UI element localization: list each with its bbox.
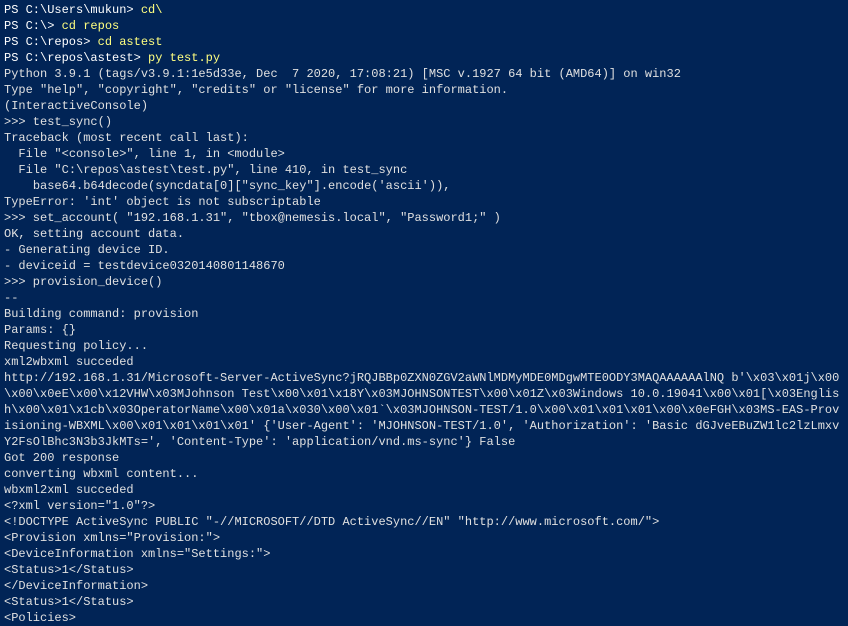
terminal-line: Requesting policy... <box>4 338 844 354</box>
terminal-line: <Provision xmlns="Provision:"> <box>4 530 844 546</box>
prompt: PS C:\Users\mukun> <box>4 3 141 17</box>
terminal-line: Python 3.9.1 (tags/v3.9.1:1e5d33e, Dec 7… <box>4 66 844 82</box>
terminal-line: PS C:\Users\mukun> cd\ <box>4 2 844 18</box>
terminal-line: Type "help", "copyright", "credits" or "… <box>4 82 844 98</box>
terminal-line: >>> provision_device() <box>4 274 844 290</box>
terminal-line: <?xml version="1.0"?> <box>4 498 844 514</box>
terminal-line: Params: {} <box>4 322 844 338</box>
terminal-line: (InteractiveConsole) <box>4 98 844 114</box>
terminal-line: >>> set_account( "192.168.1.31", "tbox@n… <box>4 210 844 226</box>
terminal-line: PS C:\repos> cd astest <box>4 34 844 50</box>
terminal-line: - deviceid = testdevice0320140801148670 <box>4 258 844 274</box>
prompt: PS C:\repos\astest> <box>4 51 148 65</box>
prompt: PS C:\repos> <box>4 35 98 49</box>
terminal-line: File "<console>", line 1, in <module> <box>4 146 844 162</box>
terminal-line: <Status>1</Status> <box>4 562 844 578</box>
terminal-line: PS C:\repos\astest> py test.py <box>4 50 844 66</box>
terminal-line: PS C:\> cd repos <box>4 18 844 34</box>
terminal-line: TypeError: 'int' object is not subscript… <box>4 194 844 210</box>
terminal-line: http://192.168.1.31/Microsoft-Server-Act… <box>4 370 844 450</box>
terminal-line: xml2wbxml succeded <box>4 354 844 370</box>
terminal-output[interactable]: PS C:\Users\mukun> cd\PS C:\> cd reposPS… <box>4 2 844 626</box>
terminal-line: base64.b64decode(syncdata[0]["sync_key"]… <box>4 178 844 194</box>
terminal-line: <DeviceInformation xmlns="Settings:"> <box>4 546 844 562</box>
terminal-line: -- <box>4 290 844 306</box>
terminal-line: File "C:\repos\astest\test.py", line 410… <box>4 162 844 178</box>
prompt: PS C:\> <box>4 19 62 33</box>
terminal-line: converting wbxml content... <box>4 466 844 482</box>
terminal-line: <Status>1</Status> <box>4 594 844 610</box>
terminal-line: <Policies> <box>4 610 844 626</box>
terminal-line: </DeviceInformation> <box>4 578 844 594</box>
terminal-line: <!DOCTYPE ActiveSync PUBLIC "-//MICROSOF… <box>4 514 844 530</box>
terminal-line: Got 200 response <box>4 450 844 466</box>
command: cd repos <box>62 19 120 33</box>
command: cd\ <box>141 3 163 17</box>
terminal-line: Building command: provision <box>4 306 844 322</box>
terminal-line: OK, setting account data. <box>4 226 844 242</box>
terminal-line: >>> test_sync() <box>4 114 844 130</box>
terminal-line: wbxml2xml succeded <box>4 482 844 498</box>
command: cd astest <box>98 35 163 49</box>
terminal-line: Traceback (most recent call last): <box>4 130 844 146</box>
terminal-line: - Generating device ID. <box>4 242 844 258</box>
command: py test.py <box>148 51 220 65</box>
